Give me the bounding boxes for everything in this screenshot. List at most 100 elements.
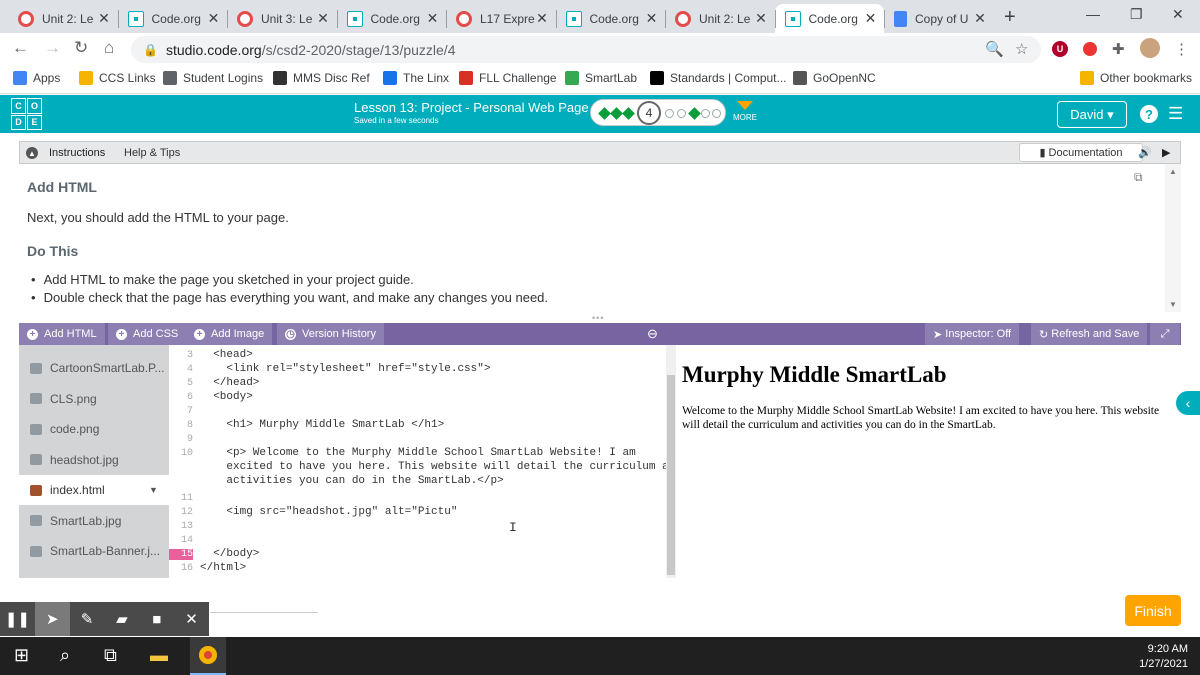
hamburger-menu-icon[interactable]: ☰ <box>1168 104 1183 124</box>
code-line[interactable]: activities you can do in the SmartLab.</… <box>200 475 503 487</box>
bookmark-star-icon[interactable]: ☆ <box>1015 40 1028 58</box>
add-html-button[interactable]: + Add HTML <box>19 323 106 345</box>
system-clock[interactable]: 9:20 AM 1/27/2021 <box>1139 642 1188 672</box>
file-item[interactable]: CLS.png <box>19 384 169 414</box>
chrome-taskbar-button[interactable] <box>190 637 226 675</box>
version-history-button[interactable]: ◷ Version History <box>277 323 385 345</box>
code-line[interactable]: <body> <box>200 391 253 403</box>
minimize-button[interactable]: — <box>1086 6 1100 22</box>
scroll-thumb[interactable] <box>667 375 675 575</box>
link-icon[interactable]: ⊖ <box>647 326 658 342</box>
zoom-icon[interactable]: 🔍 <box>985 40 1004 58</box>
search-icon[interactable]: ⌕ <box>60 645 70 666</box>
highlighter-icon[interactable]: ▰ <box>104 602 139 636</box>
file-item[interactable]: CartoonSmartLab.P... <box>19 353 169 383</box>
home-icon[interactable]: ⌂ <box>104 38 114 58</box>
resize-handle[interactable]: ••• <box>592 313 604 323</box>
code-line[interactable]: <head> <box>200 349 253 361</box>
close-tab-icon[interactable]: ✕ <box>645 10 659 27</box>
task-view-icon[interactable]: ⧉ <box>104 645 117 666</box>
close-tab-icon[interactable]: ✕ <box>754 10 768 27</box>
camera-icon[interactable]: ■ <box>139 602 174 636</box>
bookmark-item[interactable]: MMS Disc Ref <box>273 71 370 85</box>
tab-instructions[interactable]: Instructions <box>49 147 105 159</box>
help-icon[interactable]: ? <box>1140 105 1158 123</box>
scroll-up-icon[interactable]: ▲ <box>1169 167 1177 176</box>
scroll-down-icon[interactable]: ▼ <box>1169 300 1177 309</box>
browser-tab[interactable]: Copy of U ✕ <box>884 4 993 33</box>
pointer-icon[interactable]: ➤ <box>34 602 70 636</box>
bookmark-item[interactable]: Standards | Comput... <box>650 71 787 85</box>
other-bookmarks[interactable]: Other bookmarks <box>1080 71 1192 85</box>
chevron-down-icon[interactable]: ▼ <box>149 485 158 495</box>
reload-button[interactable]: ↻ <box>74 38 88 58</box>
windows-start-icon[interactable]: ⊞ <box>14 645 29 666</box>
code-line[interactable]: </head> <box>200 377 259 389</box>
code-line[interactable]: </body> <box>200 548 259 560</box>
code-editor[interactable]: 3 <head> 4 <link rel="stylesheet" href="s… <box>169 345 682 578</box>
user-menu-button[interactable]: David ▾ <box>1057 101 1127 128</box>
browser-tab[interactable]: L17 Expre ✕ <box>446 4 555 33</box>
fullscreen-icon[interactable]: ⤢ <box>1150 323 1181 345</box>
forward-button[interactable]: → <box>44 38 61 58</box>
bookmark-item[interactable]: GoOpenNC <box>793 71 876 85</box>
close-icon[interactable]: ✕ <box>174 602 209 636</box>
browser-menu-icon[interactable]: ⋮ <box>1174 40 1189 58</box>
close-tab-icon[interactable]: ✕ <box>207 10 221 27</box>
extension-u-icon[interactable]: U <box>1052 41 1068 57</box>
lesson-title[interactable]: Lesson 13: Project - Personal Web Page <box>354 100 589 115</box>
new-tab-button[interactable]: + <box>1004 6 1016 29</box>
tab-help-tips[interactable]: Help & Tips <box>124 147 180 159</box>
close-tab-icon[interactable]: ✕ <box>973 10 987 27</box>
file-item[interactable]: code.png <box>19 414 169 444</box>
inspector-button[interactable]: ➤ Inspector: Off <box>925 323 1021 345</box>
browser-tab[interactable]: Code.org ✕ <box>556 4 665 33</box>
translate-icon[interactable]: ⧉ <box>1134 170 1143 185</box>
file-explorer-icon[interactable]: ▬ <box>150 645 168 666</box>
close-window-button[interactable]: ✕ <box>1172 6 1184 23</box>
extension-record-icon[interactable] <box>1083 42 1097 56</box>
documentation-button[interactable]: ▮ Documentation <box>1019 143 1143 162</box>
browser-tab[interactable]: Code.org ✕ <box>774 4 884 33</box>
code-line[interactable]: <h1> Murphy Middle SmartLab </h1> <box>200 419 444 431</box>
back-button[interactable]: ← <box>12 38 29 58</box>
profile-avatar[interactable] <box>1140 38 1160 58</box>
file-item[interactable]: index.html ▼ <box>19 475 169 505</box>
chevron-left-icon[interactable]: ‹ <box>1176 391 1200 415</box>
play-icon[interactable]: ▶ <box>1162 146 1170 159</box>
level-dot[interactable] <box>701 109 710 118</box>
bookmark-item[interactable]: FLL Challenge <box>459 71 557 85</box>
refresh-save-button[interactable]: ↻ Refresh and Save <box>1031 323 1149 345</box>
address-bar[interactable]: 🔒 studio.code.org/s/csd2-2020/stage/13/p… <box>131 36 1041 63</box>
level-dot-complete[interactable] <box>610 107 623 120</box>
close-tab-icon[interactable]: ✕ <box>97 10 111 27</box>
current-level[interactable]: 4 <box>637 101 661 125</box>
level-dot-complete[interactable] <box>688 107 701 120</box>
editor-scrollbar[interactable] <box>666 345 676 578</box>
level-dot-complete[interactable] <box>598 107 611 120</box>
collapse-icon[interactable]: ▲ <box>26 147 38 159</box>
level-dot[interactable] <box>712 109 721 118</box>
close-tab-icon[interactable]: ✕ <box>535 10 549 27</box>
more-button[interactable]: MORE <box>733 101 757 122</box>
level-dot[interactable] <box>665 109 674 118</box>
code-line[interactable]: <link rel="stylesheet" href="style.css"> <box>200 363 490 375</box>
pause-icon[interactable]: ❚❚ <box>0 602 35 636</box>
code-line[interactable]: excited to have you here. This website w… <box>200 461 682 473</box>
browser-tab[interactable]: Code.org ✕ <box>337 4 446 33</box>
level-dot-complete[interactable] <box>622 107 635 120</box>
file-item[interactable]: SmartLab.jpg <box>19 506 169 536</box>
codeorg-logo[interactable]: C O D E <box>11 98 43 130</box>
bookmark-item[interactable]: SmartLab <box>565 71 637 85</box>
instructions-scrollbar[interactable]: ▲ ▼ <box>1165 164 1181 312</box>
code-line[interactable]: </html> <box>200 562 246 574</box>
browser-tab[interactable]: Unit 2: Le ✕ <box>665 4 774 33</box>
pen-icon[interactable]: ✎ <box>70 602 105 636</box>
close-tab-icon[interactable]: ✕ <box>426 10 440 27</box>
add-image-button[interactable]: + Add Image <box>186 323 274 345</box>
code-line[interactable]: <p> Welcome to the Murphy Middle School … <box>200 447 635 459</box>
maximize-button[interactable]: ❐ <box>1130 6 1143 23</box>
file-item[interactable]: headshot.jpg <box>19 445 169 475</box>
code-line[interactable]: <img src="headshot.jpg" alt="Pictu" <box>200 506 457 518</box>
browser-tab[interactable]: Unit 3: Le ✕ <box>227 4 336 33</box>
